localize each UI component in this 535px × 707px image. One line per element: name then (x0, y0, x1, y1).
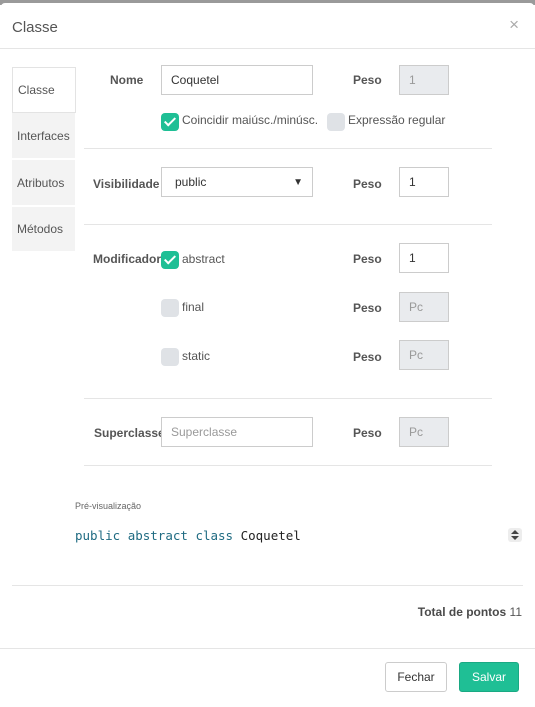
nome-label: Nome (110, 73, 144, 87)
total-points-label: Total de pontos (417, 605, 507, 619)
regex-label: Expressão regular (348, 113, 446, 127)
visibilidade-value: public (175, 175, 207, 189)
scroll-spinner-icon[interactable] (508, 528, 522, 542)
preview-divider (12, 585, 523, 586)
modificador-label: Modificador (93, 252, 161, 266)
code-token: class (195, 528, 234, 543)
caret-down-icon: ▼ (293, 176, 303, 188)
class-dialog: Classe × (1, 3, 534, 707)
close-icon[interactable]: × (509, 15, 519, 35)
static-checkbox[interactable] (161, 348, 179, 366)
visibilidade-select[interactable]: public ▼ (161, 167, 313, 197)
header-divider (0, 48, 535, 49)
tab-interfaces[interactable]: Interfaces (12, 113, 75, 158)
total-points: Total de pontos 11 (418, 605, 522, 619)
preview-label: Pré-visualização (75, 501, 142, 511)
section-divider (84, 224, 492, 225)
section-divider (84, 398, 492, 399)
superclasse-label: Superclasse (94, 426, 165, 440)
code-preview: public abstract class Coquetel (75, 528, 301, 543)
nome-peso-label: Peso (353, 73, 382, 87)
tab-atributos[interactable]: Atributos (12, 160, 75, 205)
section-divider (84, 465, 492, 466)
close-button[interactable]: Fechar (385, 662, 447, 692)
final-peso-input[interactable]: Pc (399, 292, 449, 322)
superclasse-peso-input[interactable]: Pc (399, 417, 449, 447)
static-label: static (182, 349, 211, 363)
match-case-checkbox[interactable] (161, 113, 179, 131)
dialog-title: Classe (12, 19, 58, 36)
final-label: final (182, 300, 205, 314)
final-checkbox[interactable] (161, 299, 179, 317)
tab-divider (75, 67, 76, 113)
static-peso-input[interactable]: Pc (399, 340, 449, 370)
abstract-peso-label: Peso (353, 252, 382, 266)
match-case-label: Coincidir maiúsc./minúsc. (182, 113, 319, 127)
tab-metodos[interactable]: Métodos (12, 207, 75, 251)
abstract-peso-input[interactable]: 1 (399, 243, 449, 273)
superclasse-peso-label: Peso (353, 426, 382, 440)
visibilidade-peso-input[interactable]: 1 (399, 167, 449, 197)
code-token: Coquetel (240, 528, 301, 543)
total-points-value: 11 (509, 605, 522, 619)
nome-input[interactable]: Coquetel (161, 65, 313, 95)
final-peso-label: Peso (353, 301, 382, 315)
visibilidade-label: Visibilidade (93, 177, 160, 191)
tab-classe[interactable]: Classe (12, 67, 75, 113)
regex-checkbox[interactable] (327, 113, 345, 131)
static-peso-label: Peso (353, 350, 382, 364)
save-button[interactable]: Salvar (459, 662, 519, 692)
abstract-checkbox[interactable] (161, 251, 179, 269)
code-token: abstract (127, 528, 188, 543)
footer-divider (0, 648, 535, 649)
code-token: public (75, 528, 121, 543)
section-divider (84, 148, 492, 149)
superclasse-input[interactable]: Superclasse (161, 417, 313, 447)
abstract-label: abstract (182, 252, 225, 266)
visibilidade-peso-label: Peso (353, 177, 382, 191)
nome-peso-input[interactable]: 1 (399, 65, 449, 95)
